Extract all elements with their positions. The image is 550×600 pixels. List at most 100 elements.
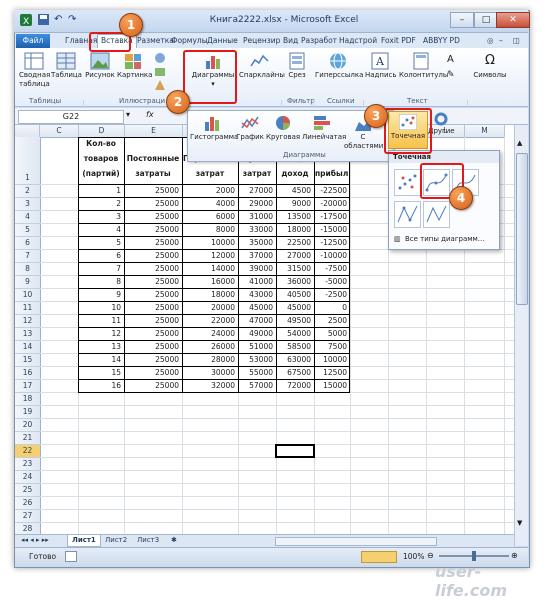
- chart-line-button[interactable]: График: [236, 114, 264, 142]
- row-header[interactable]: 1: [15, 137, 41, 185]
- maximize-button[interactable]: □: [474, 12, 498, 28]
- tab-file[interactable]: Файл: [16, 34, 50, 48]
- table-cell[interactable]: 2500: [315, 316, 347, 325]
- table-cell[interactable]: 8: [79, 277, 121, 286]
- slicer-button[interactable]: Срез: [283, 52, 311, 80]
- ribbon-minimize-icon[interactable]: –: [499, 35, 503, 47]
- table-cell[interactable]: 28000: [183, 355, 235, 364]
- table-cell[interactable]: 31500: [277, 264, 311, 273]
- minimize-button[interactable]: –: [450, 12, 474, 28]
- table-cell[interactable]: 25000: [125, 342, 179, 351]
- table-cell[interactable]: -7500: [315, 264, 347, 273]
- name-box[interactable]: G22: [18, 110, 124, 124]
- zoom-level[interactable]: 100%: [403, 552, 424, 561]
- table-cell[interactable]: 26000: [183, 342, 235, 351]
- clipart-button[interactable]: Картинка: [117, 52, 152, 80]
- table-cell[interactable]: 49500: [277, 316, 311, 325]
- table-cell[interactable]: 27000: [239, 186, 273, 195]
- table-cell[interactable]: 57000: [239, 381, 273, 390]
- row-header[interactable]: 18: [15, 393, 41, 406]
- table-cell[interactable]: 10000: [315, 355, 347, 364]
- table-cell[interactable]: 67500: [277, 368, 311, 377]
- table-cell[interactable]: 12: [79, 329, 121, 338]
- picture-button[interactable]: Рисунок: [85, 52, 115, 80]
- table-cell[interactable]: 12000: [183, 251, 235, 260]
- table-cell[interactable]: 13: [79, 342, 121, 351]
- scroll-down-icon[interactable]: ▼: [517, 519, 522, 527]
- table-cell[interactable]: 25000: [125, 303, 179, 312]
- table-cell[interactable]: 25000: [125, 290, 179, 299]
- table-cell[interactable]: 32000: [183, 381, 235, 390]
- table-cell[interactable]: -22500: [315, 186, 347, 195]
- table-cell[interactable]: 9000: [277, 199, 311, 208]
- table-cell[interactable]: -2500: [315, 290, 347, 299]
- row-header[interactable]: 4: [15, 211, 41, 224]
- row-header[interactable]: 22: [15, 445, 41, 458]
- scatter-straight-markers-thumb[interactable]: [394, 201, 421, 228]
- row-header[interactable]: 12: [15, 315, 41, 328]
- table-cell[interactable]: 31000: [239, 212, 273, 221]
- table-cell[interactable]: 9: [79, 290, 121, 299]
- table-cell[interactable]: -15000: [315, 225, 347, 234]
- table-cell[interactable]: 25000: [125, 251, 179, 260]
- close-button[interactable]: ✕: [496, 12, 530, 28]
- row-header[interactable]: 17: [15, 380, 41, 393]
- table-cell[interactable]: 4000: [183, 199, 235, 208]
- row-header[interactable]: 7: [15, 250, 41, 263]
- table-cell[interactable]: 7: [79, 264, 121, 273]
- zoom-slider-thumb[interactable]: [472, 551, 476, 561]
- table-cell[interactable]: 40500: [277, 290, 311, 299]
- textbox-button[interactable]: A Надпись: [365, 52, 397, 80]
- row-header[interactable]: 10: [15, 289, 41, 302]
- table-cell[interactable]: 35000: [239, 238, 273, 247]
- pivot-table-button[interactable]: Сводная таблица: [19, 52, 50, 89]
- table-cell[interactable]: 6: [79, 251, 121, 260]
- row-header[interactable]: 2: [15, 185, 41, 198]
- sheet-tab-2[interactable]: Лист2: [101, 535, 131, 546]
- zoom-out-icon[interactable]: ⊖: [427, 551, 434, 560]
- fx-icon[interactable]: fx: [146, 110, 154, 119]
- row-header[interactable]: 19: [15, 406, 41, 419]
- table-cell[interactable]: 10000: [183, 238, 235, 247]
- row-header[interactable]: 13: [15, 328, 41, 341]
- table-cell[interactable]: 5000: [315, 329, 347, 338]
- table-cell[interactable]: 25000: [125, 368, 179, 377]
- sparklines-button[interactable]: Спарклайны: [239, 52, 285, 80]
- row-header[interactable]: 3: [15, 198, 41, 211]
- insert-sheet-icon[interactable]: ✱: [167, 535, 181, 546]
- table-cell[interactable]: 0: [315, 303, 347, 312]
- table-cell[interactable]: 15: [79, 368, 121, 377]
- tab-addins[interactable]: Надстрой: [339, 35, 377, 47]
- table-cell[interactable]: 25000: [125, 316, 179, 325]
- table-cell[interactable]: -17500: [315, 212, 347, 221]
- table-cell[interactable]: 15000: [315, 381, 347, 390]
- table-cell[interactable]: 53000: [239, 355, 273, 364]
- column-header[interactable]: C: [40, 125, 79, 138]
- table-cell[interactable]: 29000: [239, 199, 273, 208]
- row-header[interactable]: 21: [15, 432, 41, 445]
- row-header[interactable]: 16: [15, 367, 41, 380]
- table-cell[interactable]: 16000: [183, 277, 235, 286]
- table-cell[interactable]: 25000: [125, 186, 179, 195]
- table-cell[interactable]: 27000: [277, 251, 311, 260]
- scroll-up-icon[interactable]: ▲: [517, 139, 522, 147]
- table-cell[interactable]: 2000: [183, 186, 235, 195]
- table-cell[interactable]: 54000: [277, 329, 311, 338]
- scroll-thumb[interactable]: [516, 153, 528, 305]
- chart-column-button[interactable]: Гистограмма: [190, 114, 238, 142]
- table-cell[interactable]: 25000: [125, 381, 179, 390]
- signature-icon[interactable]: ✎: [447, 70, 455, 80]
- tab-page-layout[interactable]: Разметка: [137, 35, 174, 47]
- table-cell[interactable]: 1: [79, 186, 121, 195]
- vertical-scrollbar[interactable]: ▲ ▼: [514, 125, 528, 546]
- zoom-in-icon[interactable]: ⊕: [511, 551, 518, 560]
- row-header[interactable]: 8: [15, 263, 41, 276]
- table-cell[interactable]: 2: [79, 199, 121, 208]
- namebox-dropdown-icon[interactable]: ▾: [126, 110, 130, 119]
- tab-data[interactable]: Данные: [207, 35, 238, 47]
- table-cell[interactable]: 10: [79, 303, 121, 312]
- row-header[interactable]: 26: [15, 497, 41, 510]
- table-cell[interactable]: 6000: [183, 212, 235, 221]
- table-cell[interactable]: 25000: [125, 238, 179, 247]
- table-cell[interactable]: -12500: [315, 238, 347, 247]
